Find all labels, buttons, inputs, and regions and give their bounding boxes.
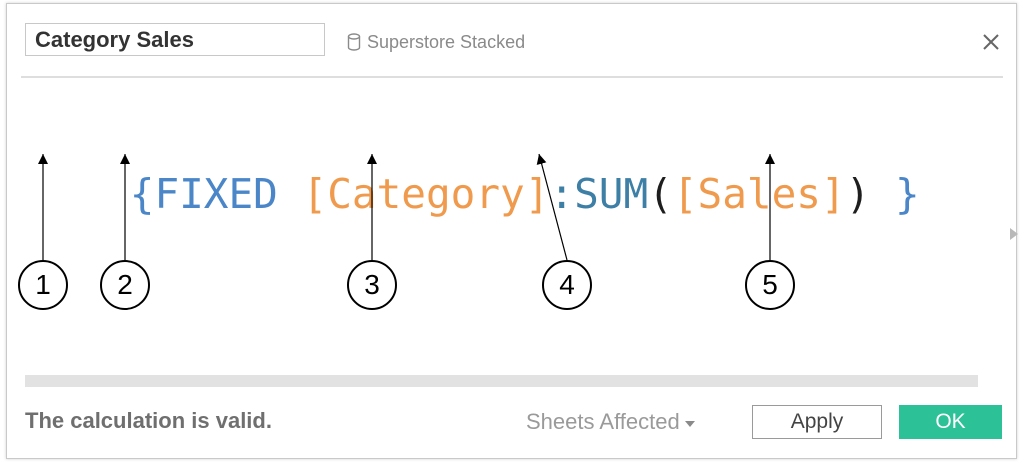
callout-label-2: 2 bbox=[117, 269, 133, 300]
validation-status: The calculation is valid. bbox=[25, 408, 272, 433]
calculation-editor-dialog: Superstore Stacked {FIXED [Category]:SUM… bbox=[6, 3, 1020, 459]
callout-label-3: 3 bbox=[364, 269, 380, 300]
callout-label-4: 4 bbox=[559, 269, 575, 300]
sheets-affected-dropdown[interactable]: Sheets Affected bbox=[526, 409, 695, 435]
callout-circle-4: 4 bbox=[542, 260, 592, 310]
callout-arrow-4 bbox=[536, 153, 568, 261]
ok-button[interactable]: OK bbox=[899, 405, 1002, 439]
callout-arrows bbox=[38, 153, 775, 261]
apply-button[interactable]: Apply bbox=[752, 405, 882, 439]
callout-circle-3: 3 bbox=[347, 260, 397, 310]
sheets-affected-label: Sheets Affected bbox=[526, 409, 680, 434]
callout-circle-1: 1 bbox=[18, 260, 68, 310]
callout-circle-5: 5 bbox=[745, 260, 795, 310]
callout-circle-2: 2 bbox=[100, 260, 150, 310]
callout-label-5: 5 bbox=[762, 269, 778, 300]
expand-panel-arrow-icon[interactable] bbox=[1008, 226, 1020, 242]
callout-label-1: 1 bbox=[35, 269, 51, 300]
caret-down-icon bbox=[684, 420, 695, 427]
horizontal-scrollbar[interactable] bbox=[25, 375, 978, 387]
